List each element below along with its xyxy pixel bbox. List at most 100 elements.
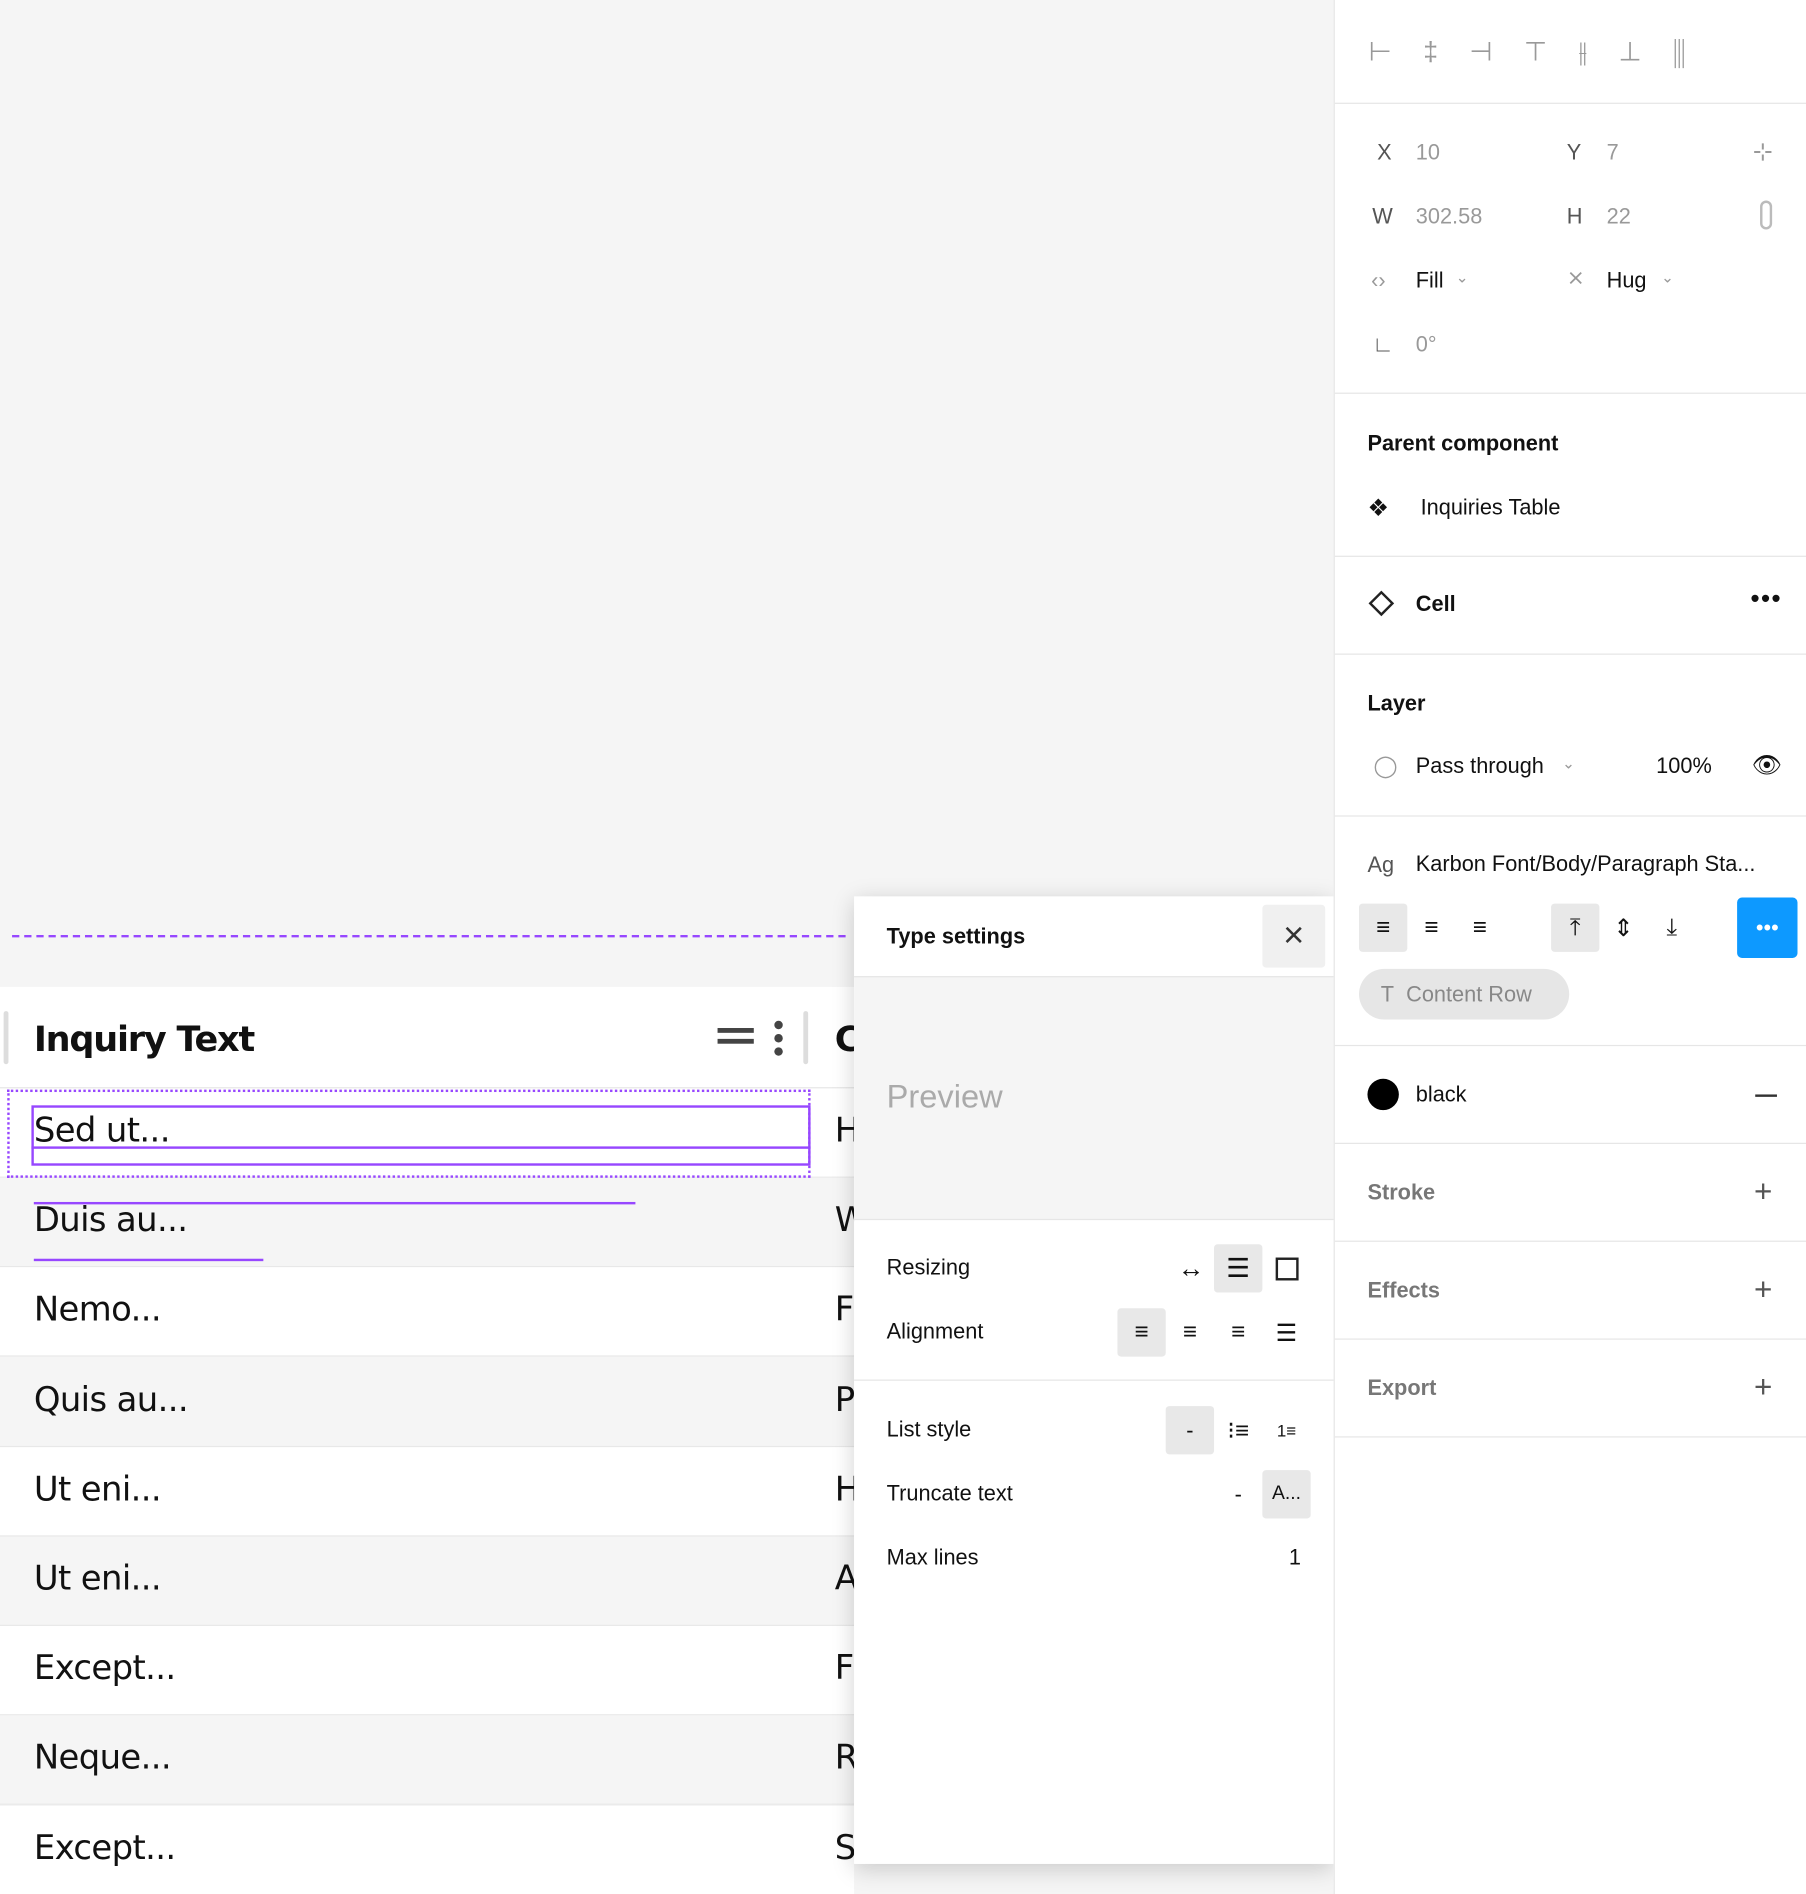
opacity-input[interactable]: 100% bbox=[1656, 754, 1712, 779]
table-row[interactable]: Nemo... F bbox=[0, 1267, 854, 1358]
cell-inquiry-text[interactable]: Duis au... bbox=[34, 1200, 188, 1240]
baseline-guide bbox=[31, 1146, 811, 1149]
align-center-icon[interactable]: ≡ bbox=[1166, 1308, 1214, 1356]
list-none-button[interactable]: - bbox=[1165, 1406, 1215, 1455]
cell-inquiry-text[interactable]: Nemo... bbox=[34, 1289, 162, 1329]
cell-next-column[interactable]: P bbox=[835, 1379, 855, 1419]
selection-outline[interactable] bbox=[31, 1105, 811, 1166]
type-settings-button[interactable]: ••• bbox=[1737, 897, 1798, 958]
hover-guide bbox=[33, 1201, 636, 1205]
table-row[interactable]: Quis au... P bbox=[0, 1357, 855, 1447]
align-middle-icon[interactable]: ⇕ bbox=[1599, 904, 1647, 952]
align-justify-icon[interactable]: ☰ bbox=[1262, 1308, 1310, 1356]
cell-inquiry-text[interactable]: Ut eni... bbox=[34, 1469, 162, 1509]
cell-next-column[interactable]: F bbox=[835, 1648, 854, 1688]
instance-section: Cell ••• bbox=[1334, 557, 1806, 655]
preview-area: Preview bbox=[854, 976, 1334, 1221]
table-row[interactable]: Duis au... W bbox=[0, 1178, 868, 1268]
position-section: X 10 Y 7 ⊹ W 302.58 H 22 ‹› Fill ⌄ ⨯ Hug… bbox=[1334, 104, 1806, 394]
align-right-icon[interactable]: ≡ bbox=[1214, 1308, 1262, 1356]
parent-component-title: Parent component bbox=[1367, 431, 1559, 456]
max-lines-input[interactable]: 1 bbox=[1289, 1545, 1301, 1570]
add-effect-icon[interactable]: + bbox=[1754, 1271, 1772, 1308]
effects-section: Effects + bbox=[1334, 1242, 1806, 1340]
truncate-label: Truncate text bbox=[886, 1481, 1013, 1506]
instance-name[interactable]: Cell bbox=[1416, 592, 1456, 617]
effects-title: Effects bbox=[1367, 1278, 1440, 1303]
table-row[interactable]: Ut eni... H bbox=[0, 1446, 860, 1537]
align-left-icon[interactable]: ≡ bbox=[1117, 1308, 1166, 1357]
add-stroke-icon[interactable]: + bbox=[1754, 1173, 1772, 1210]
w-input[interactable]: 302.58 bbox=[1416, 204, 1483, 229]
cell-next-column[interactable]: F bbox=[835, 1289, 854, 1329]
text-align-right-icon[interactable]: ≡ bbox=[1456, 904, 1504, 952]
cell-inquiry-text[interactable]: Ut eni... bbox=[34, 1558, 162, 1598]
table-row[interactable]: Ut eni... A bbox=[0, 1536, 858, 1626]
list-style-label: List style bbox=[886, 1416, 972, 1442]
cell-inquiry-text[interactable]: Quis au... bbox=[34, 1379, 189, 1419]
x-label: X bbox=[1377, 140, 1392, 165]
auto-width-icon[interactable]: ↔ bbox=[1167, 1244, 1215, 1292]
auto-height-icon[interactable]: ☰ bbox=[1214, 1244, 1263, 1293]
column-divider bbox=[803, 1011, 809, 1065]
content-property-chip[interactable]: T Content Row bbox=[1358, 968, 1570, 1020]
x-input[interactable]: 10 bbox=[1416, 140, 1440, 165]
column-header-inquiry-text[interactable]: Inquiry Text bbox=[34, 1018, 255, 1059]
preview-text: Preview bbox=[886, 1078, 1003, 1115]
cell-inquiry-text[interactable]: Neque... bbox=[34, 1738, 172, 1778]
constrain-proportions-icon[interactable] bbox=[1760, 200, 1773, 230]
table-header: Inquiry Text C bbox=[0, 986, 860, 1089]
fixed-size-icon[interactable] bbox=[1262, 1244, 1310, 1292]
text-align-left-icon[interactable]: ≡ bbox=[1358, 903, 1408, 952]
align-bottom-icon[interactable]: ⤓ bbox=[1648, 904, 1696, 952]
alignment-section: ⊢‡⊣⊤⫲⊥⫼ bbox=[1334, 0, 1806, 104]
h-input[interactable]: 22 bbox=[1607, 204, 1631, 229]
sort-icon[interactable] bbox=[717, 1028, 754, 1033]
blend-mode-icon: ◯ bbox=[1373, 753, 1398, 778]
cell-inquiry-text[interactable]: Except... bbox=[34, 1827, 176, 1867]
text-property-icon: T bbox=[1380, 981, 1395, 1006]
vertical-sizing-dropdown[interactable]: Hug bbox=[1607, 268, 1647, 293]
truncate-on-button[interactable]: A... bbox=[1262, 1470, 1311, 1519]
more-options-icon[interactable]: ••• bbox=[1750, 583, 1782, 614]
parent-component-link[interactable]: Inquiries Table bbox=[1421, 495, 1561, 520]
cell-inquiry-text[interactable]: Except... bbox=[34, 1648, 176, 1688]
remove-fill-icon[interactable] bbox=[1755, 1094, 1777, 1097]
align-icons[interactable]: ⊢‡⊣⊤⫲⊥⫼ bbox=[1369, 36, 1806, 67]
text-section: Ag Karbon Font/Body/Paragraph Sta... ≡ ≡… bbox=[1334, 817, 1806, 1047]
close-icon[interactable]: × bbox=[1262, 904, 1326, 968]
text-align-center-icon[interactable]: ≡ bbox=[1407, 904, 1455, 952]
truncate-off-button[interactable]: - bbox=[1214, 1470, 1262, 1518]
bullet-list-icon[interactable]: ⁝≡ bbox=[1214, 1406, 1262, 1454]
eye-icon[interactable]: 👁 bbox=[1752, 750, 1783, 780]
instance-icon bbox=[1368, 590, 1395, 617]
component-icon: ❖ bbox=[1367, 495, 1390, 522]
y-input[interactable]: 7 bbox=[1607, 140, 1619, 165]
cell-next-column[interactable]: S bbox=[835, 1827, 856, 1867]
rotation-icon: ∟ bbox=[1372, 332, 1394, 357]
horizontal-sizing-dropdown[interactable]: Fill bbox=[1416, 268, 1444, 293]
fill-style-name[interactable]: black bbox=[1416, 1082, 1467, 1107]
numbered-list-icon[interactable]: 1≡ bbox=[1262, 1406, 1310, 1454]
table-row[interactable]: Neque... R bbox=[0, 1715, 858, 1806]
text-style-name[interactable]: Karbon Font/Body/Paragraph Sta... bbox=[1416, 852, 1756, 877]
constraints-icon[interactable]: ⊹ bbox=[1753, 137, 1773, 167]
chevron-down-icon[interactable]: ⌄ bbox=[1562, 754, 1575, 773]
add-export-icon[interactable]: + bbox=[1754, 1369, 1772, 1406]
table-row[interactable]: Except... S bbox=[0, 1805, 856, 1894]
divider bbox=[854, 1379, 1334, 1381]
chevron-down-icon[interactable]: ⌄ bbox=[1661, 268, 1674, 287]
chevron-down-icon[interactable]: ⌄ bbox=[1456, 268, 1469, 287]
blend-mode-dropdown[interactable]: Pass through bbox=[1416, 754, 1544, 779]
table-row[interactable]: Except... F bbox=[0, 1626, 854, 1716]
parent-component-section: Parent component ❖ Inquiries Table bbox=[1334, 394, 1806, 557]
fill-swatch[interactable] bbox=[1367, 1078, 1399, 1111]
w-label: W bbox=[1372, 204, 1393, 229]
more-vertical-icon[interactable] bbox=[774, 1020, 783, 1030]
rotation-input[interactable]: 0° bbox=[1416, 332, 1437, 357]
h-label: H bbox=[1566, 204, 1583, 229]
horizontal-resize-icon: ‹› bbox=[1371, 268, 1386, 293]
layer-title: Layer bbox=[1367, 690, 1426, 716]
align-top-icon[interactable]: ⤒ bbox=[1551, 903, 1600, 952]
y-label: Y bbox=[1566, 140, 1582, 165]
